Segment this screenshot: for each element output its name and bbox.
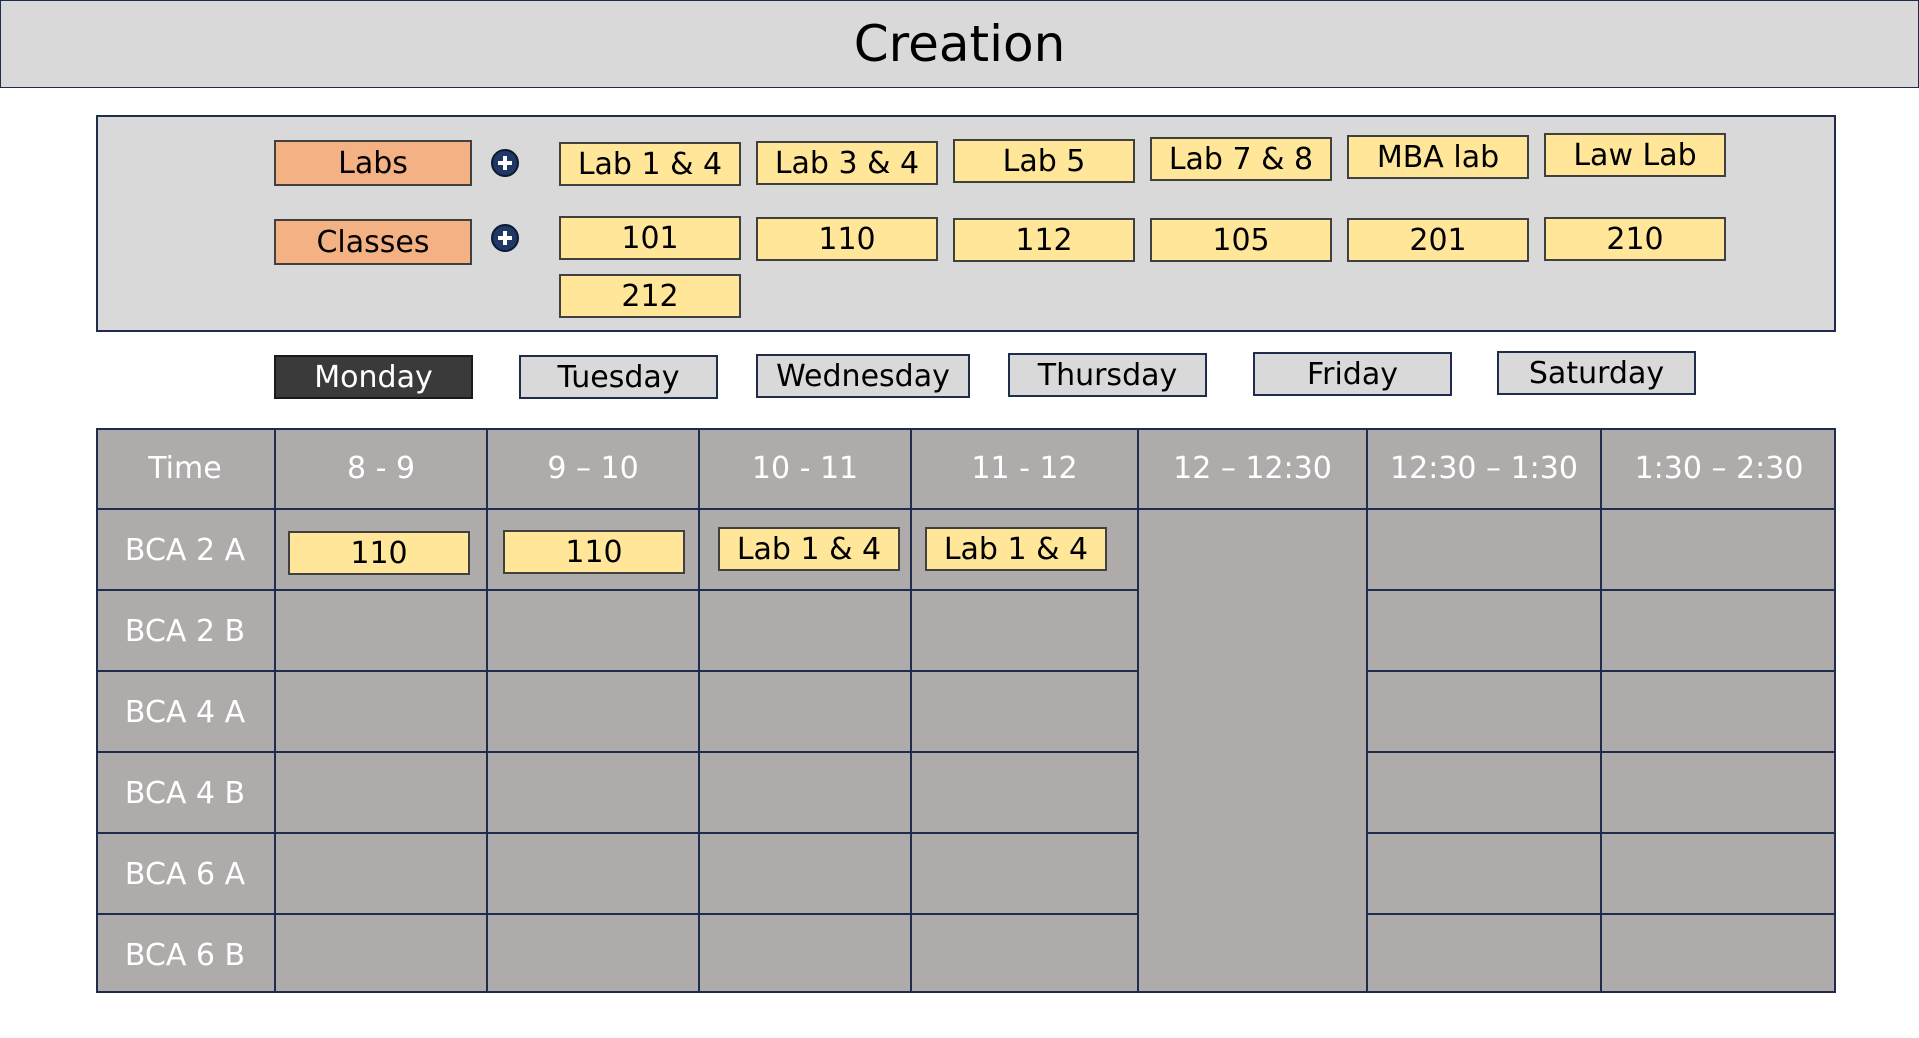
lab-chip[interactable]: MBA lab <box>1347 135 1529 179</box>
grid-line <box>1366 670 1836 672</box>
lab-chip[interactable]: Lab 1 & 4 <box>559 142 741 186</box>
class-chip[interactable]: 110 <box>756 217 938 261</box>
slot-assignment[interactable]: 110 <box>288 531 470 575</box>
row-label: BCA 2 A <box>124 532 246 568</box>
grid-line <box>1600 428 1602 993</box>
tab-thursday[interactable]: Thursday <box>1008 353 1207 397</box>
lab-chip[interactable]: Lab 5 <box>953 139 1135 183</box>
grid-line <box>274 428 276 993</box>
lab-chip[interactable]: Law Lab <box>1544 133 1726 177</box>
labs-category-button[interactable]: Labs <box>274 140 472 186</box>
slot-header: 12 – 12:30 <box>1173 450 1332 486</box>
slot-assignment[interactable]: 110 <box>503 530 685 574</box>
row-label: BCA 4 B <box>124 775 246 811</box>
grid-line <box>1366 751 1836 753</box>
grid-line <box>1366 832 1836 834</box>
slot-header: 10 - 11 <box>751 450 859 486</box>
grid-line <box>1137 991 1368 993</box>
lab-chip[interactable]: Lab 3 & 4 <box>756 141 938 185</box>
slot-assignment[interactable]: Lab 1 & 4 <box>925 527 1107 571</box>
slot-header: 11 - 12 <box>971 450 1078 486</box>
grid-line <box>1366 589 1836 591</box>
row-label: BCA 4 A <box>124 694 246 730</box>
time-header: Time <box>148 450 222 486</box>
class-chip[interactable]: 101 <box>559 216 741 260</box>
tab-friday[interactable]: Friday <box>1253 352 1452 396</box>
row-label: BCA 6 A <box>124 856 246 892</box>
grid-line <box>1366 428 1368 993</box>
class-chip[interactable]: 105 <box>1150 218 1332 262</box>
add-lab-icon[interactable] <box>491 149 519 177</box>
classes-category-button[interactable]: Classes <box>274 219 472 265</box>
grid-line <box>1366 913 1836 915</box>
tab-wednesday[interactable]: Wednesday <box>756 354 970 398</box>
plus-icon <box>498 156 512 170</box>
tab-tuesday[interactable]: Tuesday <box>519 355 718 399</box>
timetable-grid <box>96 428 1836 993</box>
lab-chip[interactable]: Lab 7 & 8 <box>1150 137 1332 181</box>
slot-assignment[interactable]: Lab 1 & 4 <box>718 527 900 571</box>
tab-monday[interactable]: Monday <box>274 355 473 399</box>
tab-saturday[interactable]: Saturday <box>1497 351 1696 395</box>
class-chip[interactable]: 201 <box>1347 218 1529 262</box>
row-label: BCA 2 B <box>124 613 246 649</box>
class-chip[interactable]: 210 <box>1544 217 1726 261</box>
grid-line <box>486 428 488 993</box>
class-chip[interactable]: 112 <box>953 218 1135 262</box>
slot-header: 9 – 10 <box>547 450 639 486</box>
page-title: Creation <box>0 0 1919 88</box>
plus-icon <box>498 231 512 245</box>
slot-header: 1:30 – 2:30 <box>1634 450 1804 486</box>
grid-line <box>910 428 912 993</box>
slot-header: 12:30 – 1:30 <box>1390 450 1578 486</box>
class-chip[interactable]: 212 <box>559 274 741 318</box>
row-label: BCA 6 B <box>124 937 246 973</box>
grid-line <box>698 428 700 993</box>
slot-header: 8 - 9 <box>346 450 416 486</box>
add-class-icon[interactable] <box>491 224 519 252</box>
break-cell <box>1139 510 1366 991</box>
